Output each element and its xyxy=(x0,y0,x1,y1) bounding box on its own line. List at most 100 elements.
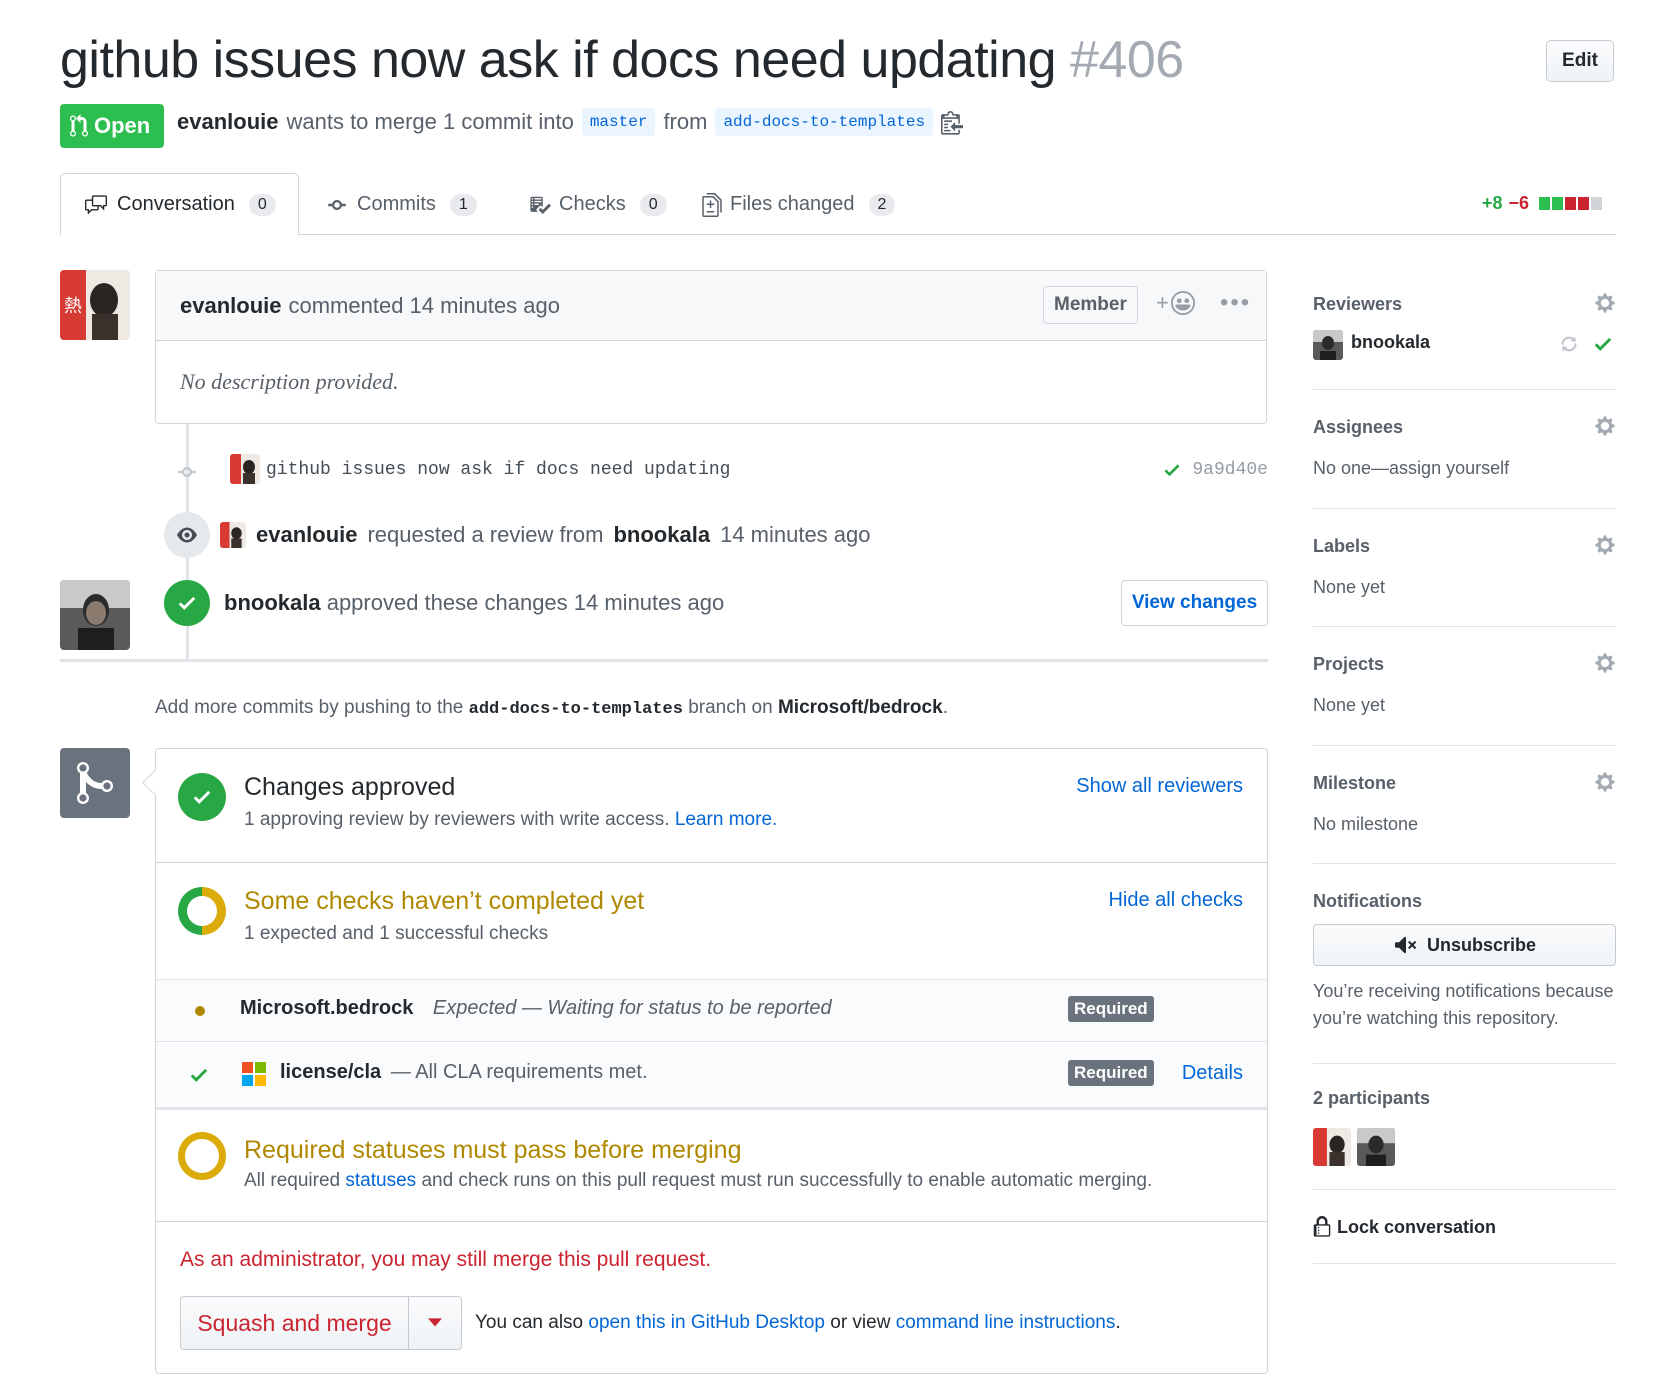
comment-action[interactable]: commented 14 minutes ago xyxy=(288,293,560,319)
edit-button[interactable]: Edit xyxy=(1546,40,1614,82)
comment-author[interactable]: evanlouie xyxy=(180,293,281,319)
diff-block xyxy=(1578,197,1590,210)
checks-title: Some checks haven’t completed yet xyxy=(244,887,645,915)
checks-ring-hole xyxy=(187,896,217,926)
avatar-evanlouie-image: 熱 xyxy=(60,270,130,340)
gear-icon[interactable] xyxy=(1594,415,1616,437)
gear-icon[interactable] xyxy=(1594,534,1616,556)
approval-section: Changes approved 1 approving review by r… xyxy=(156,749,1267,863)
gear-icon[interactable] xyxy=(1594,292,1616,314)
sync-icon[interactable] xyxy=(1559,334,1579,354)
tab-conversation[interactable]: Conversation 0 xyxy=(60,173,299,236)
assignees-heading[interactable]: Assignees xyxy=(1313,417,1403,438)
notifications-heading: Notifications xyxy=(1313,891,1423,911)
participant-avatar-bnookala[interactable] xyxy=(1357,1128,1395,1166)
pending-dot-icon xyxy=(195,1006,205,1016)
unsubscribe-button[interactable]: Unsubscribe xyxy=(1313,924,1616,966)
required-badge: Required xyxy=(1068,1060,1154,1086)
head-branch[interactable]: add-docs-to-templates xyxy=(715,108,934,136)
check-name: license/cla xyxy=(280,1061,382,1083)
triangle-down-icon xyxy=(428,1318,442,1327)
details-link[interactable]: Details xyxy=(1182,1062,1243,1085)
requester-link[interactable]: evanlouie xyxy=(256,522,357,548)
merge-method-dropdown[interactable] xyxy=(409,1297,461,1349)
open-in-desktop-link[interactable]: open this in GitHub Desktop xyxy=(588,1312,825,1333)
pending-ring-icon xyxy=(178,1132,226,1180)
tab-files-changed[interactable]: Files changed 2 xyxy=(680,173,917,236)
approved-subtitle: 1 approving review by reviewers with wri… xyxy=(244,809,777,831)
milestone-value: No milestone xyxy=(1313,814,1419,834)
commit-message-link[interactable]: github issues now ask if docs need updat… xyxy=(266,460,730,480)
labels-heading[interactable]: Labels xyxy=(1313,536,1370,557)
commit-node-icon xyxy=(178,467,196,477)
git-merge-icon xyxy=(77,761,113,804)
avatar-evanlouie[interactable]: 熱 xyxy=(60,270,130,340)
check-desc: — All CLA requirements met. xyxy=(390,1061,648,1083)
participant-avatar-evanlouie[interactable] xyxy=(1313,1128,1351,1166)
hide-all-checks-link[interactable]: Hide all checks xyxy=(1108,889,1243,912)
lock-conversation-link[interactable]: Lock conversation xyxy=(1313,1216,1496,1238)
add-reaction-button[interactable]: + xyxy=(1156,290,1195,316)
reviewer-name[interactable]: bnookala xyxy=(1351,332,1430,353)
hint-middle: branch on xyxy=(688,697,773,718)
participants-heading: 2 participants xyxy=(1313,1088,1431,1108)
check-desc: Expected — Waiting for status to be repo… xyxy=(432,997,832,1019)
check-icon xyxy=(190,1068,208,1082)
reviewer-avatar[interactable] xyxy=(1313,330,1343,360)
gear-icon[interactable] xyxy=(1594,771,1616,793)
reviewers-heading[interactable]: Reviewers xyxy=(1313,294,1402,315)
diff-deletions: −6 xyxy=(1508,193,1530,213)
commit-author-avatar[interactable] xyxy=(230,454,260,484)
merge-box: Changes approved 1 approving review by r… xyxy=(155,748,1268,1374)
author-link[interactable]: evanlouie xyxy=(177,109,278,135)
gear-icon[interactable] xyxy=(1594,652,1616,674)
diffstat[interactable]: +8 −6 xyxy=(1482,193,1603,214)
comment-discussion-icon xyxy=(85,194,107,215)
tab-checks[interactable]: Checks 0 xyxy=(507,173,689,236)
required-sub-suffix: and check runs on this pull request must… xyxy=(421,1170,1153,1191)
approved-badge xyxy=(164,580,210,626)
learn-more-link[interactable]: Learn more. xyxy=(675,809,777,830)
base-branch[interactable]: master xyxy=(581,108,656,136)
assignees-value[interactable]: No one—assign yourself xyxy=(1313,458,1509,479)
comment-menu-button[interactable]: ••• xyxy=(1220,289,1251,317)
statuses-link[interactable]: statuses xyxy=(345,1170,416,1191)
request-time[interactable]: 14 minutes ago xyxy=(720,522,870,548)
command-line-instructions-link[interactable]: command line instructions xyxy=(896,1312,1116,1333)
clipboard-icon[interactable] xyxy=(941,109,964,135)
approver-link[interactable]: bnookala xyxy=(224,590,321,615)
tab-commits-count: 1 xyxy=(449,193,477,216)
state-label: Open xyxy=(94,113,151,138)
eye-badge xyxy=(164,512,210,558)
approved-status-icon xyxy=(178,773,226,821)
projects-heading[interactable]: Projects xyxy=(1313,654,1384,675)
required-statuses-section: Required statuses must pass before mergi… xyxy=(156,1107,1267,1221)
projects-value: None yet xyxy=(1313,695,1386,715)
show-all-reviewers-link[interactable]: Show all reviewers xyxy=(1076,775,1243,798)
commit-sha-link[interactable]: 9a9d40e xyxy=(1192,460,1268,480)
sidebar-reviewers: Reviewers bnookala xyxy=(1313,270,1616,390)
requester-avatar[interactable] xyxy=(220,522,246,548)
check-icon[interactable] xyxy=(1162,460,1182,480)
required-sub-prefix: All required xyxy=(244,1170,341,1191)
avatar-bnookala[interactable] xyxy=(60,580,130,650)
check-row-microsoft-bedrock: Microsoft.bedrock Expected — Waiting for… xyxy=(156,979,1267,1041)
tab-commits[interactable]: Commits 1 xyxy=(303,173,499,236)
requested-reviewer-link[interactable]: bnookala xyxy=(613,522,710,548)
state-badge-open: Open xyxy=(60,104,165,148)
sidebar-projects: Projects None yet xyxy=(1313,627,1616,746)
diff-block xyxy=(1565,197,1577,210)
svg-text:熱: 熱 xyxy=(64,296,82,317)
view-changes-button[interactable]: View changes xyxy=(1121,580,1268,626)
check-icon xyxy=(193,790,211,804)
squash-and-merge-button[interactable]: Squash and merge xyxy=(181,1297,409,1349)
pr-meta: evanlouie wants to merge 1 commit into m… xyxy=(177,108,964,136)
tab-files-label: Files changed xyxy=(730,193,855,215)
check-row-license-cla: license/cla — All CLA requirements met. … xyxy=(156,1041,1267,1107)
approved-sub-text: 1 approving review by reviewers with wri… xyxy=(244,809,670,830)
diffstat-blocks xyxy=(1539,197,1603,210)
smiley-icon xyxy=(1170,291,1195,315)
sidebar-participants: 2 participants xyxy=(1313,1064,1616,1190)
milestone-heading[interactable]: Milestone xyxy=(1313,773,1396,794)
pull-request-icon xyxy=(70,114,88,137)
